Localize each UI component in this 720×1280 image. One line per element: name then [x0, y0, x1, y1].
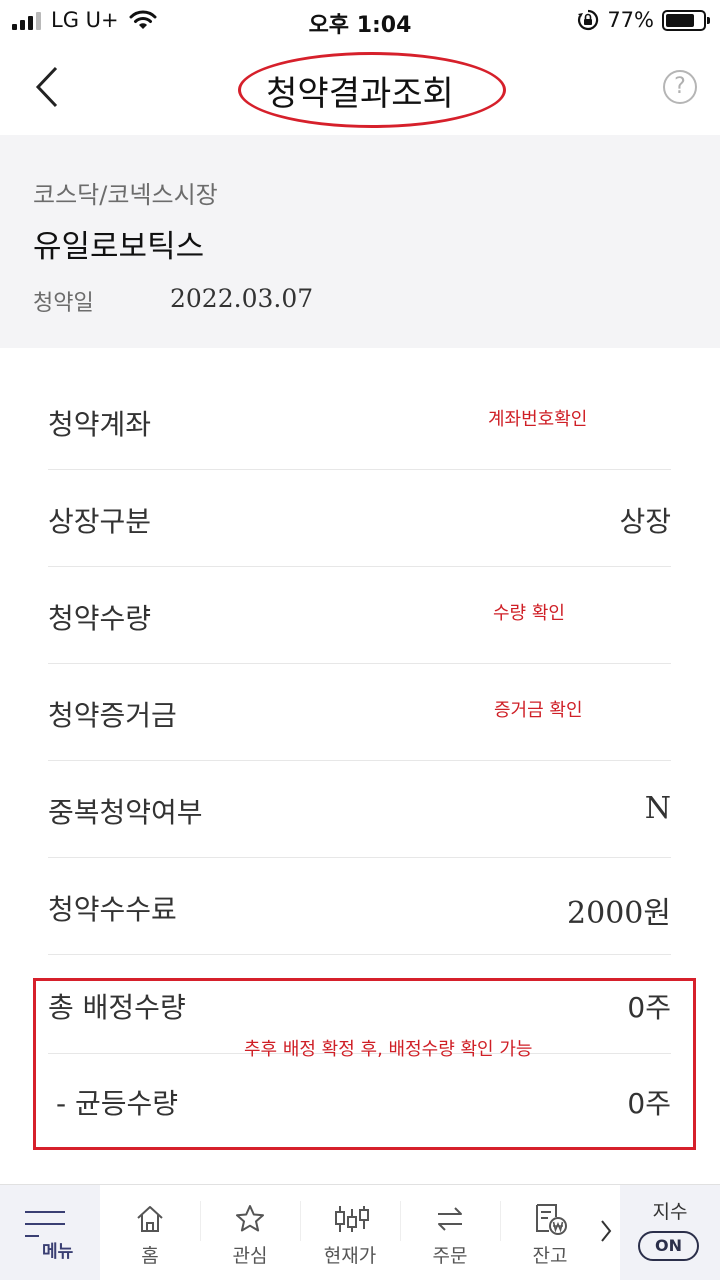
app-header: 청약결과조회 ? — [0, 40, 720, 135]
allocation-note: 추후 배정 확정 후, 배정수량 확인 가능 — [244, 1039, 533, 1060]
row-deposit: 청약증거금 증거금 확인 — [48, 664, 671, 761]
won-document-icon — [536, 1204, 567, 1235]
battery-percent: 77% — [607, 8, 654, 32]
row-subscription-quantity: 청약수량 수량 확인 — [48, 567, 671, 664]
detail-list: 청약계좌 계좌번호확인 상장구분 상장 청약수량 수량 확인 청약증거금 증거금… — [48, 373, 671, 955]
nav-home[interactable]: 홈 — [100, 1185, 200, 1280]
chevron-right-icon[interactable] — [598, 1217, 614, 1245]
nav-label: 현재가 — [323, 1245, 377, 1267]
row-label: 청약증거금 — [48, 699, 177, 732]
row-value: 2000원 — [567, 896, 671, 931]
row-duplicate-subscription: 중복청약여부 N — [48, 761, 671, 858]
row-subscription-account: 청약계좌 계좌번호확인 — [48, 373, 671, 470]
nav-current-price[interactable]: 현재가 — [300, 1185, 400, 1280]
row-value: N — [644, 791, 671, 826]
row-label: 청약수수료 — [48, 893, 177, 926]
index-toggle[interactable]: ON — [638, 1231, 699, 1261]
nav-label: 홈 — [141, 1245, 159, 1267]
battery-fill — [666, 13, 694, 27]
home-icon — [137, 1206, 163, 1232]
stock-name: 유일로보틱스 — [33, 229, 205, 265]
annotation-note: 계좌번호확인 — [488, 409, 588, 430]
summary-panel: 코스닥/코넥스시장 유일로보틱스 청약일 2022.03.07 — [0, 135, 720, 348]
row-label: 중복청약여부 — [48, 796, 203, 829]
annotation-note: 수량 확인 — [493, 603, 565, 624]
orientation-lock-icon — [578, 9, 599, 31]
row-label: 청약계좌 — [48, 408, 152, 441]
title-highlight-oval — [238, 52, 506, 128]
star-icon — [236, 1205, 264, 1232]
menu-label: 메뉴 — [42, 1242, 74, 1262]
index-label: 지수 — [652, 1201, 688, 1223]
row-value: 상장 — [619, 505, 671, 538]
nav-label: 관심 — [232, 1245, 268, 1267]
menu-icon-bar — [25, 1211, 65, 1213]
row-listing-type: 상장구분 상장 — [48, 470, 671, 567]
annotation-note: 증거금 확인 — [494, 700, 583, 721]
allocation-highlight-box — [33, 978, 696, 1150]
nav-label: 주문 — [432, 1245, 468, 1267]
help-icon[interactable]: ? — [663, 70, 697, 104]
nav-order[interactable]: 주문 — [400, 1185, 500, 1280]
market-label: 코스닥/코넥스시장 — [33, 181, 218, 209]
row-label: 상장구분 — [48, 505, 152, 538]
bottom-nav: 메뉴 홈 관심 현재가 주문 잔고 지수 ON — [0, 1184, 720, 1280]
candlestick-icon — [335, 1206, 369, 1232]
menu-icon-bar — [25, 1235, 39, 1237]
nav-favorites[interactable]: 관심 — [200, 1185, 300, 1280]
status-bar: LG U+ 오후 1:04 77% — [0, 0, 720, 40]
menu-button[interactable]: 메뉴 — [0, 1185, 100, 1280]
battery-icon — [662, 9, 710, 31]
row-subscription-fee: 청약수수료 2000원 — [48, 858, 671, 955]
nav-balance[interactable]: 잔고 — [500, 1185, 600, 1280]
row-label: 청약수량 — [48, 602, 152, 635]
swap-arrows-icon — [438, 1207, 462, 1231]
subscription-date-label: 청약일 — [33, 291, 94, 316]
index-panel: 지수 ON — [620, 1185, 720, 1280]
menu-icon-bar — [25, 1223, 65, 1225]
subscription-date-value: 2022.03.07 — [170, 284, 314, 313]
nav-label: 잔고 — [532, 1245, 568, 1267]
status-right: 77% — [577, 8, 710, 32]
